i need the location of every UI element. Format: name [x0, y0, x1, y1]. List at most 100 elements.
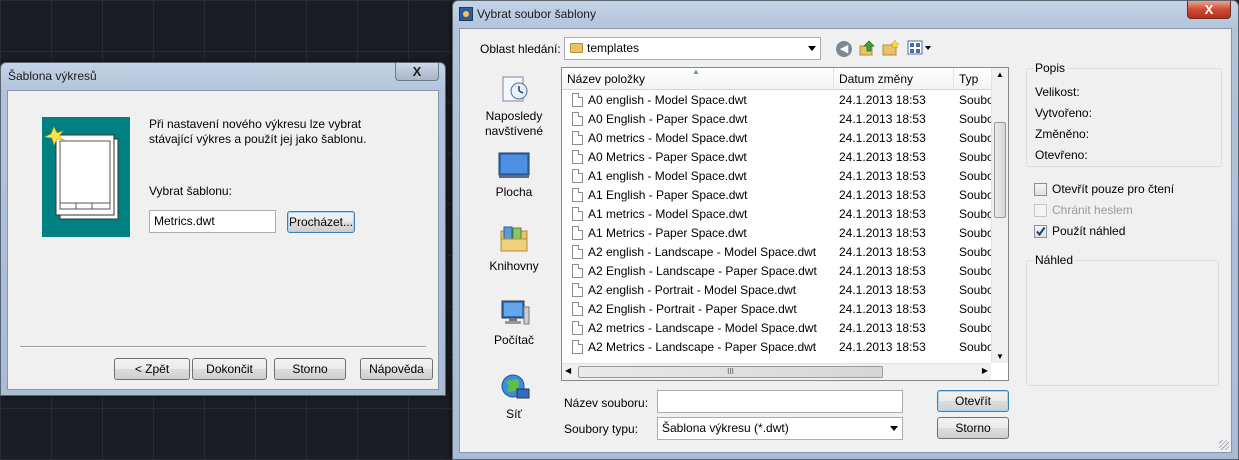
password-checkbox: [1034, 204, 1047, 217]
horizontal-scrollbar[interactable]: ◀ III ▶: [562, 363, 991, 380]
option-preview[interactable]: Použít náhled: [1034, 224, 1224, 240]
places-bar: Naposledy navštívené Plocha Knihovny Poč…: [464, 67, 564, 447]
back-button[interactable]: < Zpět: [114, 358, 190, 380]
dialog-close-button[interactable]: X: [1187, 1, 1231, 19]
filename-input[interactable]: [657, 390, 903, 413]
file-row[interactable]: A2 English - Portrait - Paper Space.dwt 2…: [562, 300, 993, 319]
file-type: Soubo: [959, 131, 993, 145]
file-name: A0 metrics - Model Space.dwt: [588, 131, 748, 145]
vertical-scroll-thumb[interactable]: [994, 122, 1006, 218]
file-row[interactable]: A0 English - Paper Space.dwt 24.1.2013 18…: [562, 110, 993, 129]
scroll-up-icon[interactable]: ▲: [996, 70, 1004, 79]
file-type: Soubo: [959, 283, 993, 297]
file-date: 24.1.2013 18:53: [839, 340, 926, 354]
size-label: Velikost:: [1035, 85, 1080, 99]
file-row[interactable]: A2 English - Landscape - Paper Space.dwt…: [562, 262, 993, 281]
created-label: Vytvořeno:: [1035, 106, 1092, 120]
file-row[interactable]: A1 Metrics - Paper Space.dwt 24.1.2013 18…: [562, 224, 993, 243]
file-row[interactable]: A1 english - Model Space.dwt 24.1.2013 18…: [562, 167, 993, 186]
password-label: Chránit heslem: [1052, 203, 1133, 217]
dialog-cancel-button[interactable]: Storno: [937, 417, 1009, 439]
filetype-value: Šablona výkresu (*.dwt): [662, 421, 789, 435]
file-type: Soubo: [959, 226, 993, 240]
app-icon: [459, 7, 473, 21]
file-date: 24.1.2013 18:53: [839, 226, 926, 240]
file-row[interactable]: A0 english - Model Space.dwt 24.1.2013 18…: [562, 91, 993, 110]
place-libraries[interactable]: Knihovny: [464, 225, 564, 273]
file-type: Soubo: [959, 93, 993, 107]
file-type: Soubo: [959, 302, 993, 316]
file-row[interactable]: A0 metrics - Model Space.dwt 24.1.2013 18…: [562, 129, 993, 148]
dialog-client: Oblast hledání: templates ◀ Naposledy na…: [459, 28, 1232, 453]
column-header-name[interactable]: Název položky ▲: [562, 68, 834, 90]
place-desktop[interactable]: Plocha: [464, 151, 564, 199]
file-name: A2 English - Portrait - Paper Space.dwt: [588, 302, 797, 316]
readonly-label: Otevřít pouze pro čtení: [1052, 182, 1175, 196]
file-date: 24.1.2013 18:53: [839, 150, 926, 164]
place-computer[interactable]: Počítač: [464, 299, 564, 347]
file-name: A1 Metrics - Paper Space.dwt: [588, 226, 747, 240]
vertical-scrollbar[interactable]: ▲ ▼: [991, 68, 1008, 363]
file-name: A2 Metrics - Landscape - Paper Space.dwt: [588, 340, 817, 354]
file-date: 24.1.2013 18:53: [839, 245, 926, 259]
file-name: A0 english - Model Space.dwt: [588, 93, 747, 107]
computer-icon: [501, 300, 530, 325]
file-row[interactable]: A1 metrics - Model Space.dwt 24.1.2013 18…: [562, 205, 993, 224]
wizard-close-button[interactable]: X: [395, 63, 439, 81]
new-folder-icon[interactable]: [882, 39, 900, 57]
scroll-left-icon[interactable]: ◀: [565, 366, 571, 375]
filetype-dropdown[interactable]: Šablona výkresu (*.dwt): [657, 417, 903, 440]
readonly-checkbox[interactable]: [1034, 183, 1047, 196]
wizard-titlebar[interactable]: Šablona výkresů: [1, 63, 445, 89]
place-network[interactable]: Síť: [464, 373, 564, 421]
finish-button[interactable]: Dokončit: [192, 358, 267, 380]
open-button[interactable]: Otevřít: [937, 390, 1009, 412]
template-field[interactable]: Metrics.dwt: [149, 210, 276, 233]
file-row[interactable]: A1 English - Paper Space.dwt 24.1.2013 18…: [562, 186, 993, 205]
help-button[interactable]: Nápověda: [360, 358, 433, 380]
document-icon: [572, 340, 583, 354]
document-icon: [572, 207, 583, 221]
option-password: Chránit heslem: [1034, 203, 1224, 219]
lookin-label: Oblast hledání:: [480, 42, 561, 56]
file-date: 24.1.2013 18:53: [839, 131, 926, 145]
wizard-title: Šablona výkresů: [8, 69, 97, 83]
file-list[interactable]: Název položky ▲ Datum změny Typ A0 engli…: [561, 67, 1009, 381]
preview-checkbox[interactable]: [1034, 225, 1047, 238]
sort-ascending-icon: ▲: [692, 68, 700, 76]
lookin-dropdown[interactable]: templates: [564, 37, 821, 60]
scroll-down-icon[interactable]: ▼: [996, 352, 1004, 361]
wizard-separator: [20, 346, 426, 348]
view-menu-icon[interactable]: [907, 40, 933, 56]
recent-places-icon: [502, 76, 528, 102]
horizontal-scroll-thumb[interactable]: III: [578, 366, 883, 378]
document-icon: [572, 321, 583, 335]
file-date: 24.1.2013 18:53: [839, 169, 926, 183]
up-folder-icon[interactable]: [858, 39, 876, 57]
column-header-date[interactable]: Datum změny: [834, 68, 954, 90]
resize-grip-icon[interactable]: [1219, 440, 1229, 450]
file-name: A2 english - Landscape - Model Space.dwt: [588, 245, 817, 259]
file-type: Soubo: [959, 321, 993, 335]
cancel-button[interactable]: Storno: [274, 358, 346, 380]
wizard-description: Při nastavení nového výkresu lze vybrat …: [149, 117, 367, 146]
back-nav-icon[interactable]: ◀: [836, 41, 852, 57]
browse-button[interactable]: Procházet...: [287, 211, 355, 233]
file-row[interactable]: A2 Metrics - Landscape - Paper Space.dwt…: [562, 338, 993, 357]
preview-title: Náhled: [1033, 253, 1076, 267]
place-recent[interactable]: Naposledy navštívené: [464, 75, 564, 139]
file-row[interactable]: A2 metrics - Landscape - Model Space.dwt…: [562, 319, 993, 338]
file-row[interactable]: A0 Metrics - Paper Space.dwt 24.1.2013 18…: [562, 148, 993, 167]
option-readonly[interactable]: Otevřít pouze pro čtení: [1034, 182, 1224, 198]
file-type: Soubo: [959, 207, 993, 221]
modified-label: Změněno:: [1035, 127, 1090, 141]
dialog-titlebar[interactable]: Vybrat soubor šablony: [453, 1, 1238, 27]
scroll-right-icon[interactable]: ▶: [982, 366, 988, 375]
document-icon: [572, 188, 583, 202]
document-icon: [572, 264, 583, 278]
file-row[interactable]: A2 english - Landscape - Model Space.dwt…: [562, 243, 993, 262]
check-mark-icon: [1036, 226, 1046, 237]
file-date: 24.1.2013 18:53: [839, 321, 926, 335]
file-row[interactable]: A2 english - Portrait - Model Space.dwt 2…: [562, 281, 993, 300]
preview-group: Náhled: [1026, 253, 1219, 386]
